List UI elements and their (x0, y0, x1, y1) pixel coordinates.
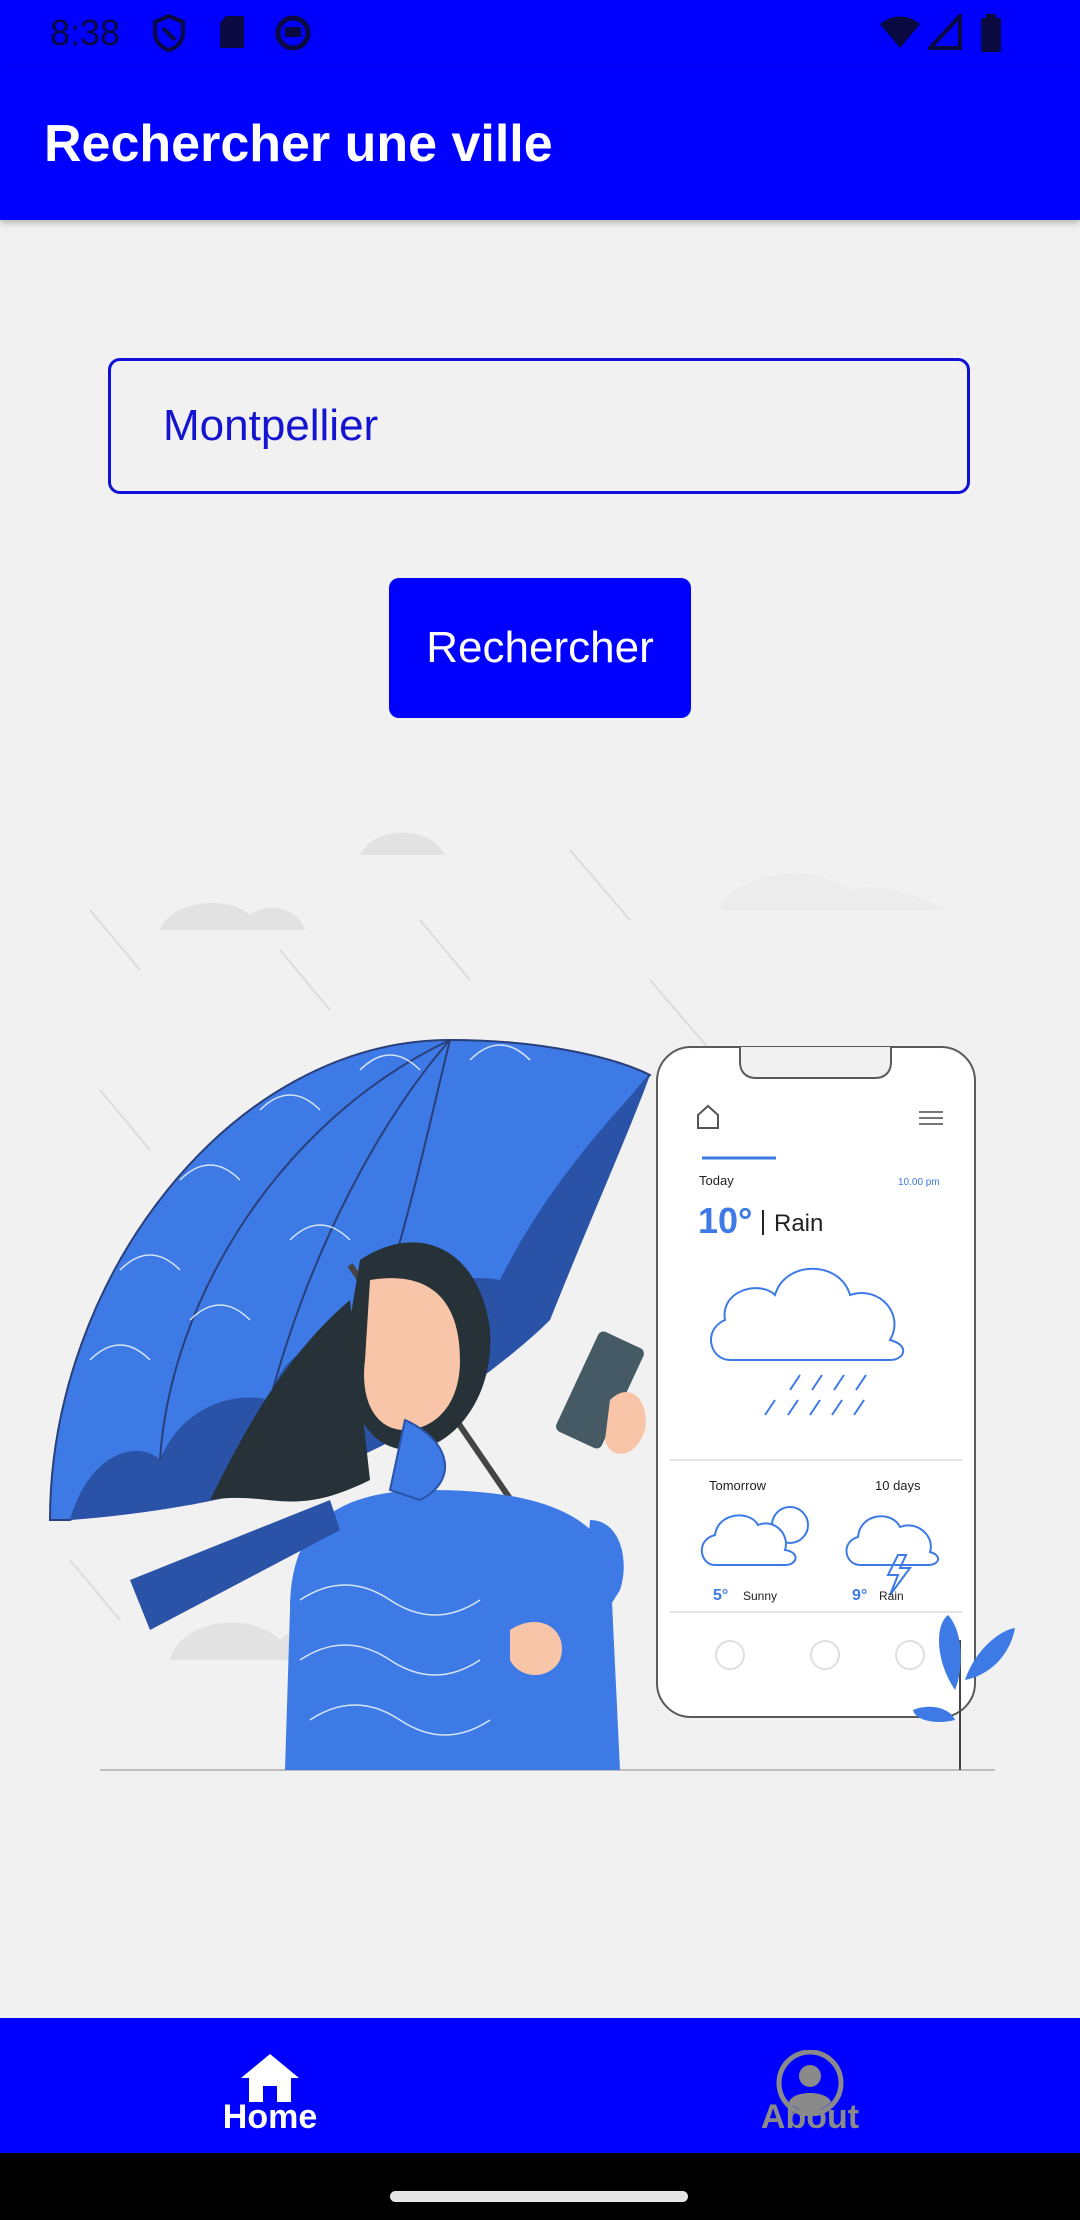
wifi-icon (880, 16, 920, 48)
temp-tomorrow: 5° (713, 1587, 728, 1604)
shield-icon (153, 14, 185, 52)
nav-label-about: About (760, 2098, 860, 2136)
signal-icon (928, 14, 962, 50)
weather-illustration: Today 10.00 pm 10° Rain Tomorrow 10 days… (48, 832, 1015, 1771)
nav-item-home[interactable]: Home (0, 2018, 540, 2153)
nav-label-home: Home (222, 2098, 318, 2136)
time-label: 10.00 pm (898, 1177, 940, 1188)
nav-item-about[interactable]: About (540, 2018, 1080, 2153)
ten-days-label: 10 days (875, 1478, 921, 1493)
bottom-navigation: Home About (0, 2018, 1080, 2153)
search-field[interactable] (108, 358, 970, 494)
status-time: 8:38 (50, 12, 121, 53)
search-input[interactable] (163, 361, 923, 491)
status-bar: 8:38 (0, 0, 1080, 66)
sd-card-icon (220, 16, 244, 48)
tomorrow-label: Tomorrow (709, 1478, 767, 1493)
cond-ten-days: Rain (879, 1589, 904, 1603)
temp-ten-days: 9° (852, 1587, 867, 1604)
home-icon (241, 2054, 299, 2102)
cond-tomorrow: Sunny (743, 1589, 777, 1603)
phone-mockup: Today 10.00 pm 10° Rain Tomorrow 10 days… (656, 1046, 976, 1718)
home-indicator[interactable] (390, 2191, 688, 2202)
today-label: Today (699, 1173, 734, 1188)
search-button[interactable]: Rechercher (389, 578, 691, 718)
temp-today: 10° (698, 1200, 752, 1241)
app-bar: Rechercher une ville (0, 66, 1080, 220)
system-navigation-bar (0, 2153, 1080, 2220)
battery-icon (981, 14, 1001, 52)
cond-today: Rain (774, 1210, 823, 1237)
circle-status-icon (275, 15, 311, 51)
page-title: Rechercher une ville (44, 115, 553, 173)
